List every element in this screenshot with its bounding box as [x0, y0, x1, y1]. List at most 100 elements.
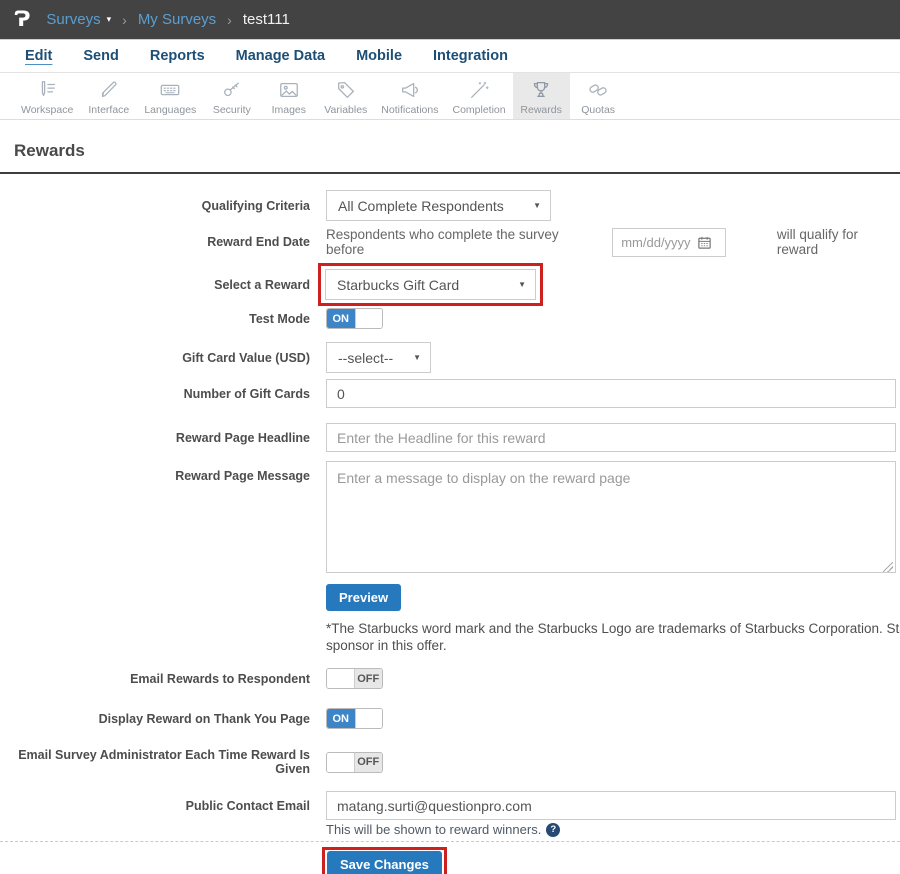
public-contact-email-label: Public Contact Email: [0, 799, 310, 813]
toggle-knob: [355, 709, 383, 728]
breadcrumb-survey-name: test111: [243, 11, 290, 28]
qualifying-criteria-select[interactable]: All Complete Respondents ▼: [326, 190, 551, 221]
reward-end-date-input[interactable]: [612, 228, 726, 257]
toolbar-tab-label: Security: [213, 104, 251, 116]
rewards-settings-page: Ɂ Surveys ▾ › My Surveys › test111 Edit …: [0, 0, 900, 874]
toolbar-tab-label: Interface: [88, 104, 129, 116]
toolbar-tab-label: Rewards: [520, 104, 561, 116]
starbucks-disclaimer-text: *The Starbucks word mark and the Starbuc…: [326, 620, 900, 654]
page-title: Rewards: [14, 141, 900, 161]
toolbar-tab-images[interactable]: Images: [260, 73, 317, 119]
picture-icon: [278, 78, 300, 102]
rewards-form: Qualifying Criteria All Complete Respond…: [0, 174, 900, 874]
toolbar-tab-notifications[interactable]: Notifications: [374, 73, 445, 119]
save-changes-button[interactable]: Save Changes: [327, 851, 442, 874]
reward-end-date-label: Reward End Date: [0, 235, 310, 249]
calendar-icon[interactable]: [697, 235, 712, 250]
toolbar-tab-label: Notifications: [381, 104, 438, 116]
test-mode-toggle[interactable]: ON: [326, 308, 383, 329]
tag-icon: [335, 78, 357, 102]
reward-page-message-textarea[interactable]: [326, 461, 896, 573]
chain-link-icon: [587, 78, 609, 102]
tab-reports[interactable]: Reports: [150, 48, 205, 64]
email-rewards-label: Email Rewards to Respondent: [0, 672, 310, 686]
display-reward-toggle[interactable]: ON: [326, 708, 383, 729]
toolbar-tab-label: Images: [272, 104, 306, 116]
breadcrumb-separator: ›: [227, 12, 232, 28]
select-reward-select[interactable]: Starbucks Gift Card ▼: [325, 269, 536, 300]
toolbar-tab-label: Quotas: [581, 104, 615, 116]
end-date-suffix-text: will qualify for reward: [777, 227, 900, 257]
breadcrumb-surveys[interactable]: Surveys ▾: [46, 11, 111, 28]
annotation-highlight-save: Save Changes: [322, 847, 447, 874]
toolbar-tab-label: Completion: [453, 104, 506, 116]
help-icon[interactable]: ?: [546, 823, 560, 837]
toolbar-tab-quotas[interactable]: Quotas: [570, 73, 627, 119]
toolbar-tab-variables[interactable]: Variables: [317, 73, 374, 119]
chevron-down-icon: ▾: [107, 14, 112, 25]
toolbar-tab-label: Variables: [324, 104, 367, 116]
email-helper-text: This will be shown to reward winners. ?: [326, 822, 560, 837]
toolbar-tab-languages[interactable]: Languages: [137, 73, 203, 119]
reward-page-message-label: Reward Page Message: [0, 461, 310, 483]
qualifying-criteria-label: Qualifying Criteria: [0, 199, 310, 213]
toolbar-tab-completion[interactable]: Completion: [446, 73, 513, 119]
tab-send[interactable]: Send: [83, 48, 118, 64]
toolbar-tab-interface[interactable]: Interface: [80, 73, 137, 119]
select-caret-icon: ▼: [533, 201, 541, 210]
selected-value: Starbucks Gift Card: [337, 277, 459, 293]
gift-card-value-select[interactable]: --select-- ▼: [326, 342, 431, 373]
key-icon: [221, 78, 243, 102]
email-admin-label: Email Survey Administrator Each Time Rew…: [0, 748, 310, 776]
preview-button[interactable]: Preview: [326, 584, 401, 611]
toggle-knob: [327, 669, 355, 688]
toolbar-tab-rewards[interactable]: Rewards: [513, 73, 570, 119]
toggle-knob: [327, 753, 355, 772]
breadcrumb: Surveys ▾ › My Surveys › test111: [46, 11, 289, 28]
toolbar-tab-label: Languages: [144, 104, 196, 116]
toolbar-tab-label: Workspace: [21, 104, 73, 116]
megaphone-icon: [399, 78, 421, 102]
gift-card-value-label: Gift Card Value (USD): [0, 351, 310, 365]
toolbar-tab-workspace[interactable]: Workspace: [14, 73, 80, 119]
tab-edit[interactable]: Edit: [25, 48, 52, 64]
breadcrumb-my-surveys[interactable]: My Surveys: [138, 11, 216, 28]
toggle-state-label: ON: [327, 309, 355, 328]
number-of-gift-cards-label: Number of Gift Cards: [0, 387, 310, 401]
breadcrumb-surveys-label: Surveys: [46, 11, 100, 28]
email-admin-toggle[interactable]: OFF: [326, 752, 383, 773]
section-divider: [0, 841, 900, 842]
select-caret-icon: ▼: [413, 353, 421, 362]
tab-manage-data[interactable]: Manage Data: [236, 48, 325, 64]
tab-integration[interactable]: Integration: [433, 48, 508, 64]
magic-wand-icon: [468, 78, 490, 102]
toggle-knob: [355, 309, 383, 328]
toggle-state-label: ON: [327, 709, 355, 728]
pen-list-icon: [36, 78, 58, 102]
selected-value: --select--: [338, 350, 393, 366]
annotation-highlight-select-reward: Starbucks Gift Card ▼: [318, 263, 543, 306]
toggle-state-label: OFF: [355, 669, 383, 688]
public-contact-email-input[interactable]: [326, 791, 896, 820]
pen-icon: [98, 78, 120, 102]
toolbar-tab-security[interactable]: Security: [203, 73, 260, 119]
reward-page-headline-input[interactable]: [326, 423, 896, 452]
number-of-gift-cards-input[interactable]: [326, 379, 896, 408]
trophy-icon: [530, 78, 552, 102]
date-field[interactable]: [621, 235, 697, 250]
selected-value: All Complete Respondents: [338, 198, 504, 214]
select-caret-icon: ▼: [518, 280, 526, 289]
select-reward-label: Select a Reward: [0, 278, 310, 292]
edit-toolbar: Workspace Interface Languages Security I…: [0, 73, 900, 120]
questionpro-logo[interactable]: Ɂ: [14, 9, 30, 30]
tab-mobile[interactable]: Mobile: [356, 48, 402, 64]
display-reward-label: Display Reward on Thank You Page: [0, 712, 310, 726]
reward-page-headline-label: Reward Page Headline: [0, 431, 310, 445]
breadcrumb-separator: ›: [122, 12, 127, 28]
main-menubar: Edit Send Reports Manage Data Mobile Int…: [0, 40, 900, 73]
test-mode-label: Test Mode: [0, 312, 310, 326]
top-navbar: Ɂ Surveys ▾ › My Surveys › test111: [0, 0, 900, 40]
email-rewards-toggle[interactable]: OFF: [326, 668, 383, 689]
end-date-prefix-text: Respondents who complete the survey befo…: [326, 227, 594, 257]
keyboard-icon: [159, 78, 181, 102]
